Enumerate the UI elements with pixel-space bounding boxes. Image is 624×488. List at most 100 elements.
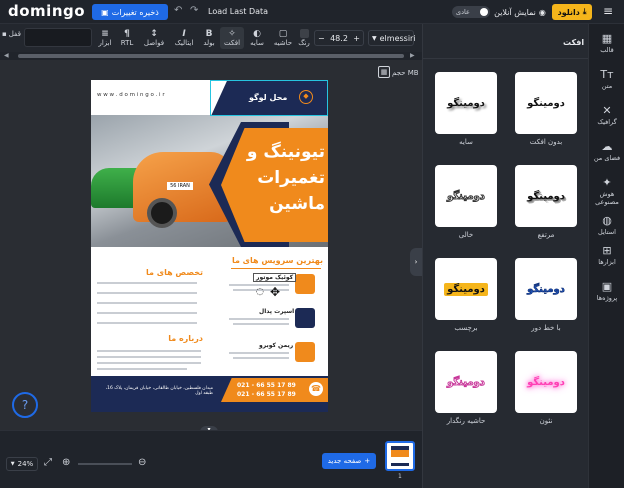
rail-item[interactable]: ✕ گرافیک [589,104,624,126]
shadow-tool[interactable]: ◐ سایه [247,27,267,49]
rail-item-label: ابزارها [598,258,616,266]
fit-screen-icon[interactable]: ⤢ [44,457,52,468]
effect-card[interactable]: دومینگو [515,351,577,413]
phone-number-2[interactable]: 021 - 66 55 17 89 [237,391,296,398]
effect-label: بدون افکت [529,138,563,146]
poster-page[interactable]: w w w . d o m i n g o . i r 56 IRAN تیون… [91,80,328,412]
zoom-select[interactable]: ▼ 24% [6,457,38,471]
horizontal-scrollbar[interactable] [18,54,404,58]
specialty-line [97,282,197,284]
align-tool[interactable]: ≡ ابزار [96,27,114,49]
toolbar-scroll-row: ◀ ▶ [0,52,422,60]
rail-item[interactable]: ▦ قالب [589,32,624,54]
effect-sample-text: دومینگو [527,190,565,202]
app-logo[interactable]: domingo [8,2,85,20]
effect-card[interactable]: دومینگو [515,72,577,134]
service-label-1[interactable]: کوئیک موتور [253,273,297,282]
scroll-right-arrow[interactable]: ▶ [410,52,415,59]
undo-icon[interactable]: ↶ [174,5,182,16]
effect-card[interactable]: دومینگو [435,165,497,227]
phone-number-1[interactable]: 021 - 66 55 17 89 [237,382,296,389]
bold-label: بولد [203,39,215,47]
font-size-stepper[interactable]: − 48.2 + [314,30,364,46]
border-tool[interactable]: ▢ حاشیه [272,27,294,49]
effect-card[interactable]: دومینگو [435,258,497,320]
specialty-line [97,292,197,294]
magic-wand-icon: ✧ [228,29,236,39]
menu-icon[interactable]: ≡ [603,4,613,18]
grid-icon[interactable]: ▦ [378,66,390,78]
effect-sample-text: دومینگو [444,282,488,296]
rail-item[interactable]: ✦ هوش مصنوعی [589,176,624,206]
rtl-tool[interactable]: ¶ RTL [118,27,136,49]
italic-tool[interactable]: I ایتالیک [172,27,196,49]
save-button[interactable]: ▣ ذخیره تغییرات [92,4,168,20]
effect-card[interactable]: دومینگو [515,258,577,320]
effects-panel: افکت دومینگو بدون افکت دومینگو سایه دومینگو م… [422,24,589,488]
effect-sample-text: دومینگو [447,376,486,388]
poster-website[interactable]: w w w . d o m i n g o . i r [97,92,165,98]
page-thumbnail[interactable] [385,441,415,471]
help-button[interactable]: ? [12,392,38,418]
rail-item-label: متن [601,82,613,90]
font-preview-box[interactable] [24,28,92,47]
download-button-label: دانلود [557,7,580,17]
rail-item[interactable]: ⊞ ابزارها [589,244,624,266]
rotate-handle-icon[interactable]: ◌ [256,287,264,297]
service-label-3[interactable]: ریمن کوبرو [259,342,293,349]
service-text-line [229,318,289,320]
selection-box[interactable] [210,80,328,116]
thumbnail-preview [391,446,409,466]
effect-tool[interactable]: ✧ افکت [220,27,244,49]
zoom-out-icon[interactable]: ⊖ [138,457,146,468]
about-line [97,368,187,370]
about-title[interactable]: درباره ما [141,334,203,343]
font-family-select[interactable]: ▼ elmessiri [368,30,416,46]
chevron-down-icon: ▼ [372,34,377,42]
rail-item[interactable]: ☁ فضای من [589,140,624,162]
services-underline [231,268,321,269]
effect-sample-text: دومینگو [527,97,565,109]
new-page-button[interactable]: صفحه جدید + [322,453,376,469]
effect-card[interactable]: دومینگو [435,72,497,134]
effect-card[interactable]: دومینگو [515,165,577,227]
effect-sample-text: دومینگو [527,283,565,295]
service-label-2[interactable]: اسپرت پدال [259,308,294,315]
effect-label: مرتفع [537,231,555,239]
lock-tool[interactable]: ▪ قفل [2,30,21,38]
collapse-panel-handle[interactable]: › [410,248,422,276]
rail-item[interactable]: Tт متن [589,68,624,90]
spacing-tool[interactable]: ↕ فواصل [142,27,166,49]
theme-toggle[interactable]: عادی [452,6,490,18]
color-tool[interactable]: رنگ [296,27,312,49]
effect-card[interactable]: دومینگو [435,351,497,413]
font-size-value[interactable]: 48.2 [330,34,348,43]
headline-line-1[interactable]: تیونینگ و [235,142,325,162]
headline-line-2[interactable]: تغمیرات [235,168,325,188]
footer-address[interactable]: میدان فلسطین، خیابان طالقانی، خیابان قری… [95,386,213,396]
service-icon-1 [295,274,315,294]
redo-icon[interactable]: ↷ [190,5,198,16]
tools-icon: ⊞ [602,244,612,257]
bold-tool[interactable]: B بولد [201,27,217,49]
lock-icon: ▪ [2,30,7,38]
move-handle-icon[interactable]: ✥ [270,285,280,299]
download-button[interactable]: دانلود ⤓ [552,4,592,20]
scroll-left-arrow[interactable]: ◀ [4,52,9,59]
preview-button[interactable]: نمایش آنلاین ◉ [494,5,546,19]
rail-item[interactable]: ▣ پروژه‌ها [589,280,624,302]
rail-item[interactable]: ◍ استایل [589,214,624,236]
decrease-size-button[interactable]: − [318,34,325,43]
panel-title: افکت [563,38,585,47]
italic-icon: I [182,29,186,39]
specialty-title[interactable]: تخصص های ما [131,268,203,277]
load-last-data-link[interactable]: Load Last Data [208,7,268,16]
headline-line-3[interactable]: ماشین [235,194,325,214]
zoom-slider[interactable] [78,463,132,465]
shadow-icon: ◐ [253,29,261,39]
increase-size-button[interactable]: + [353,34,360,43]
services-title[interactable]: بهترین سرویس های ما [219,256,323,265]
page-number: 1 [398,473,402,480]
zoom-in-icon[interactable]: ⊕ [62,457,70,468]
border-icon: ▢ [278,29,288,39]
